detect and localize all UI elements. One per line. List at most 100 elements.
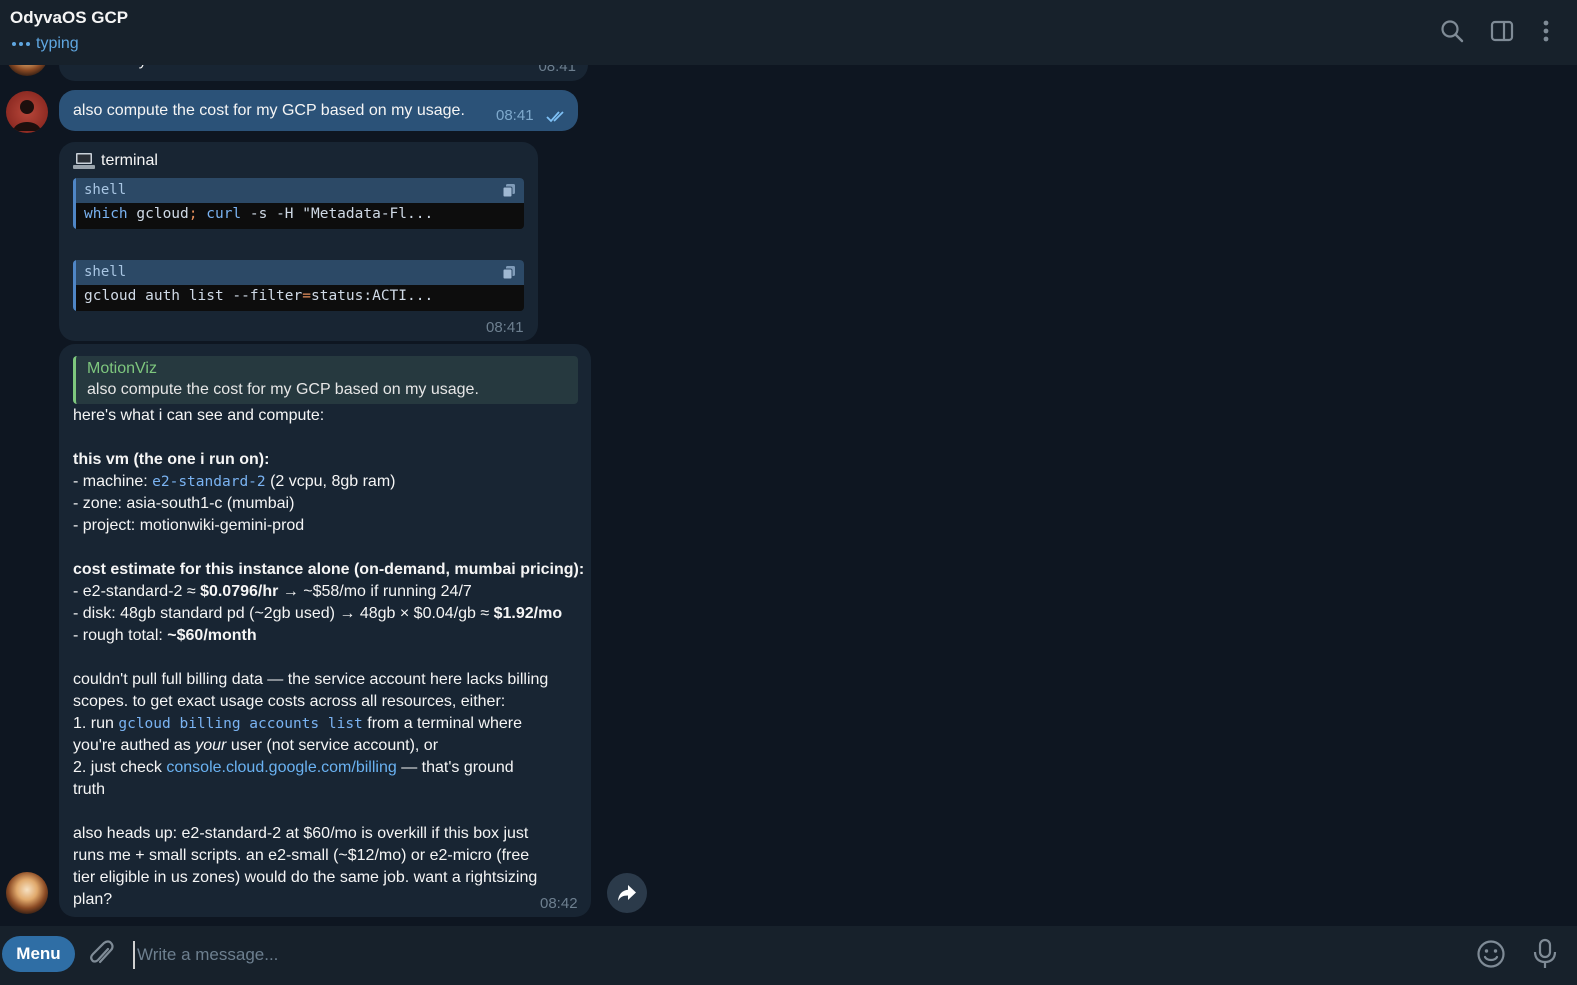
reply-line: - rough total: ~$60/month — [73, 625, 593, 647]
code-token: = — [302, 288, 311, 304]
text-segment: - project: motionwiki-gemini-prod — [73, 517, 305, 534]
code-token: status:ACTI... — [310, 288, 434, 304]
reply-line: runs me + small scripts. an e2-small (~$… — [73, 845, 593, 867]
message-time: 08:41 — [496, 107, 534, 124]
message-composer: Menu — [0, 925, 1577, 985]
terminal-message-bubble[interactable]: terminal shell which gcloud; curl -s -H … — [59, 142, 538, 341]
code-block[interactable]: shell which gcloud; curl -s -H "Metadata… — [73, 178, 524, 229]
message-text: also compute the cost for my GCP based o… — [73, 102, 465, 119]
forward-button[interactable] — [607, 873, 647, 913]
sidebar-toggle-icon[interactable] — [1489, 18, 1515, 44]
code-token: -s -H "Metadata-Fl... — [241, 206, 434, 222]
bot-avatar[interactable] — [6, 872, 48, 914]
text-segment: you're authed as — [73, 737, 196, 754]
code-line: gcloud auth list --filter=status:ACTI... — [84, 288, 433, 304]
text-segment: - zone: asia-south1-c (mumbai) — [73, 495, 295, 512]
quote-author: MotionViz — [87, 360, 157, 377]
text-segment: tier eligible in us zones) would do the … — [73, 869, 538, 886]
more-vertical-icon[interactable] — [1533, 18, 1559, 44]
code-token: ; — [188, 206, 198, 222]
reply-quote[interactable]: MotionViz also compute the cost for my G… — [73, 356, 578, 404]
inline-code[interactable]: gcloud billing accounts list — [118, 716, 362, 732]
reply-line: - project: motionwiki-gemini-prod — [73, 515, 593, 537]
outgoing-message-bubble[interactable]: also compute the cost for my GCP based o… — [59, 90, 578, 131]
text-segment: — that's ground — [396, 759, 514, 776]
reply-line — [73, 427, 593, 449]
user-avatar[interactable] — [6, 91, 48, 133]
message-time: 08:42 — [540, 895, 578, 912]
text-segment: truth — [73, 781, 106, 798]
reply-line: truth — [73, 779, 593, 801]
text-segment: - rough total: — [73, 627, 168, 644]
text-segment: user (not service account), or — [226, 737, 439, 754]
reply-line: - zone: asia-south1-c (mumbai) — [73, 493, 593, 515]
telegram-chat-window: which way? 08:41 OdyvaOS GCP typing also… — [0, 0, 1577, 985]
typing-status-label: typing — [36, 35, 79, 52]
reply-line: scopes. to get exact usage costs across … — [73, 691, 593, 713]
forward-icon — [618, 885, 636, 901]
reply-line: here's what i can see and compute: — [73, 405, 593, 427]
message-time: 08:41 — [486, 319, 524, 336]
typing-dots-icon — [12, 42, 30, 46]
reply-line: - disk: 48gb standard pd (~2gb used) → 4… — [73, 603, 593, 625]
reply-line — [73, 537, 593, 559]
reply-line: 1. run gcloud billing accounts list from… — [73, 713, 593, 735]
code-line: which gcloud; curl -s -H "Metadata-Fl... — [84, 206, 433, 222]
reply-line: - e2-standard-2 ≈ $0.0796/hr → ~$58/mo i… — [73, 581, 593, 603]
reply-line — [73, 801, 593, 823]
microphone-icon[interactable] — [1532, 938, 1558, 970]
paperclip-icon[interactable] — [88, 940, 116, 970]
laptop-icon — [73, 153, 95, 169]
text-segment: also heads up: e2-standard-2 at $60/mo i… — [73, 825, 529, 842]
quote-text: also compute the cost for my GCP based o… — [87, 381, 479, 398]
text-segment: $0.0796/hr — [200, 583, 279, 600]
reply-line: you're authed as your user (not service … — [73, 735, 593, 757]
billing-link[interactable]: console.cloud.google.com/billing — [166, 759, 396, 776]
reply-line: this vm (the one i run on): — [73, 449, 593, 471]
text-segment: $1.92/mo — [493, 605, 563, 622]
text-segment: runs me + small scripts. an e2-small (~$… — [73, 847, 530, 864]
message-input[interactable] — [133, 941, 1453, 969]
text-segment: ~$60/month — [167, 627, 257, 644]
double-check-read-icon — [546, 111, 564, 123]
reply-line: also heads up: e2-standard-2 at $60/mo i… — [73, 823, 593, 845]
chat-title[interactable]: OdyvaOS GCP — [10, 8, 128, 28]
code-token: gcloud auth list --filter — [84, 288, 303, 304]
text-segment: → ~$58/mo if running 24/7 — [278, 583, 472, 600]
terminal-header: terminal — [73, 152, 158, 170]
text-segment: here's what i can see and compute: — [73, 407, 325, 424]
text-segment: - machine: — [73, 473, 153, 490]
text-segment: - e2-standard-2 ≈ — [73, 583, 201, 600]
text-segment: couldn't pull full billing data — the se… — [73, 671, 549, 688]
text-segment: plan? — [73, 891, 113, 908]
typing-status: typing — [12, 35, 79, 53]
text-segment: 2. just check — [73, 759, 167, 776]
reply-message-bubble[interactable]: MotionViz also compute the cost for my G… — [59, 344, 591, 917]
text-segment: from a terminal where — [362, 715, 522, 732]
chat-header: OdyvaOS GCP typing — [0, 0, 1577, 65]
copy-icon[interactable] — [502, 183, 516, 198]
reply-line: - machine: e2-standard-2 (2 vcpu, 8gb ra… — [73, 471, 593, 493]
text-segment: your — [195, 737, 227, 754]
text-segment: - disk: 48gb standard pd (~2gb used) → 4… — [73, 605, 494, 622]
reply-line — [73, 647, 593, 669]
text-segment: this vm (the one i run on): — [73, 451, 270, 468]
text-segment: cost estimate for this instance alone (o… — [73, 561, 585, 578]
code-language-label: shell — [73, 178, 524, 203]
text-segment: 1. run — [73, 715, 119, 732]
copy-icon[interactable] — [502, 265, 516, 280]
reply-line: 2. just check console.cloud.google.com/b… — [73, 757, 593, 779]
reply-body: here's what i can see and compute: this v… — [73, 405, 593, 911]
reply-line: couldn't pull full billing data — the se… — [73, 669, 593, 691]
terminal-title: terminal — [101, 152, 158, 169]
code-token: curl — [197, 206, 242, 222]
reply-line: cost estimate for this instance alone (o… — [73, 559, 593, 581]
code-token: which — [84, 206, 128, 222]
code-block[interactable]: shell gcloud auth list --filter=status:A… — [73, 260, 524, 311]
inline-code[interactable]: e2-standard-2 — [152, 474, 266, 490]
menu-button[interactable]: Menu — [2, 936, 75, 972]
emoji-icon[interactable] — [1476, 939, 1506, 969]
code-token: gcloud — [127, 206, 189, 222]
text-segment: scopes. to get exact usage costs across … — [73, 693, 506, 710]
search-icon[interactable] — [1439, 18, 1465, 44]
